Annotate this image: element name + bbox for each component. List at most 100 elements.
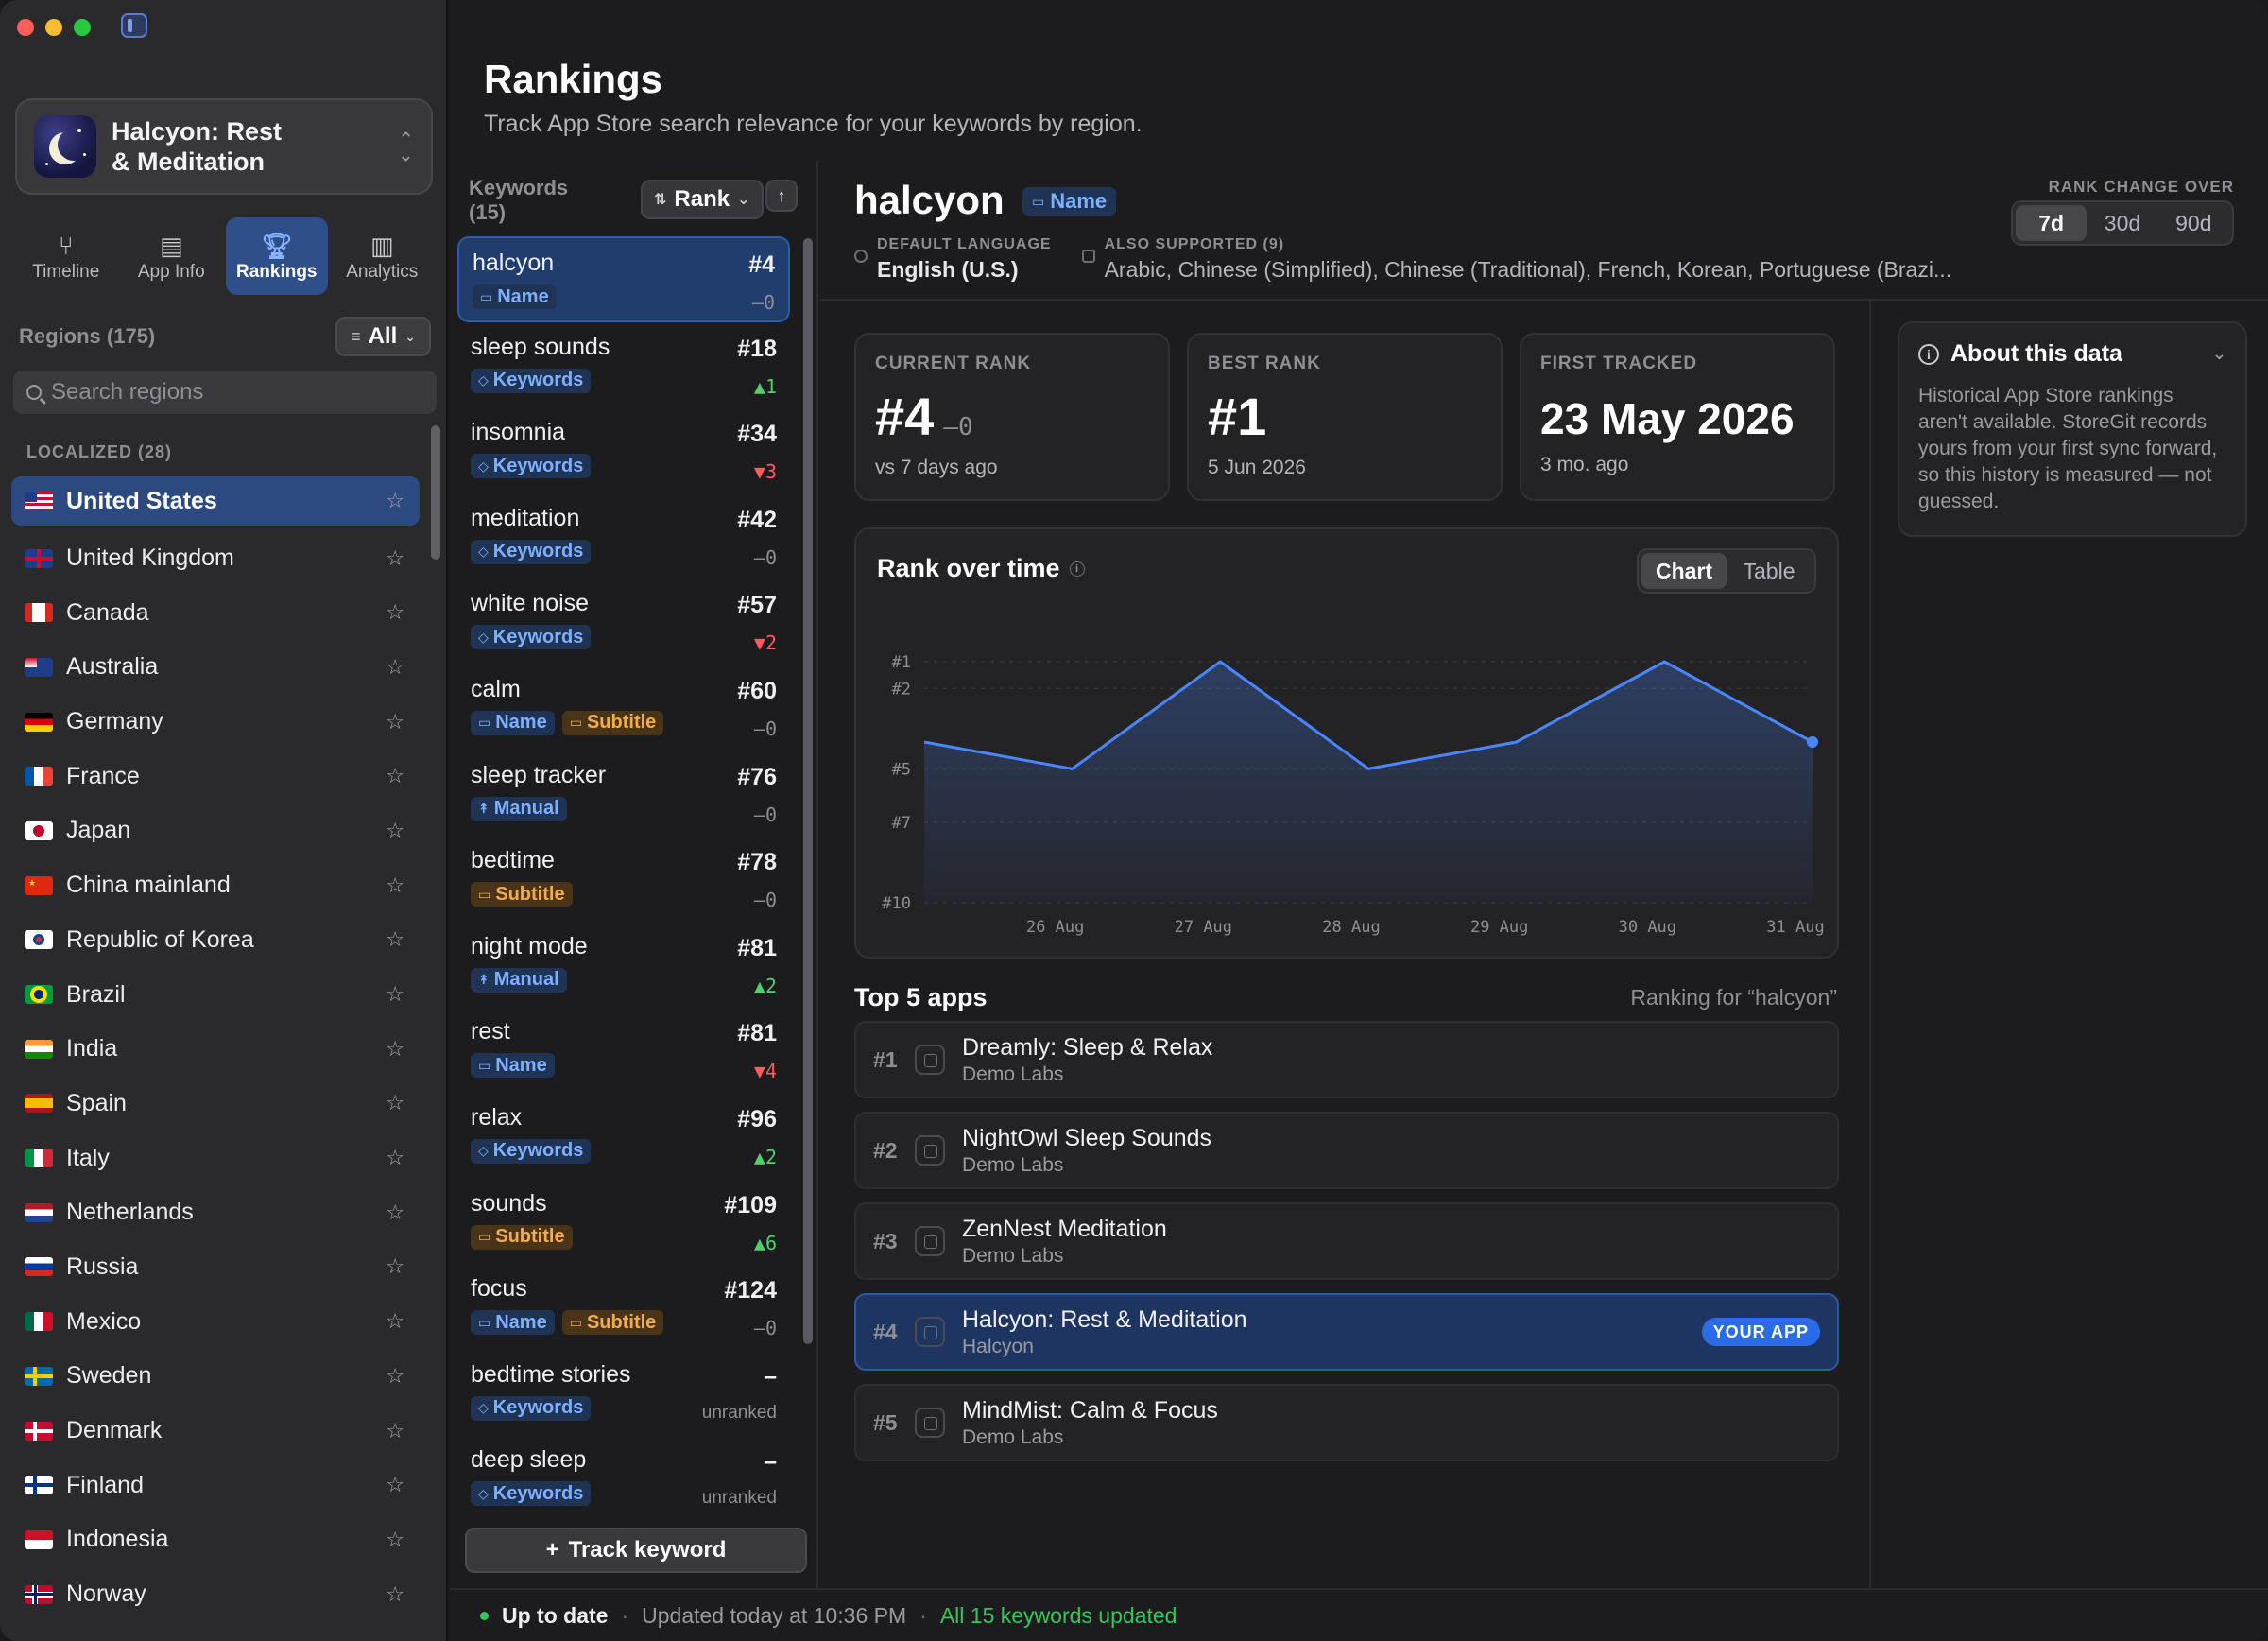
keyword-scrollbar[interactable]: [803, 238, 813, 1344]
keyword-rank: –: [764, 1362, 777, 1390]
tab-rankings[interactable]: 🏆︎ Rankings: [226, 217, 328, 295]
top-app-row[interactable]: #3 ZenNest Meditation Demo Labs: [854, 1202, 1839, 1280]
keyword-name: deep sleep: [471, 1446, 587, 1474]
sidebar-toggle-icon[interactable]: [121, 13, 147, 38]
zoom-window-button[interactable]: [74, 19, 91, 36]
keyword-item[interactable]: sleep sounds #18 ◇ Keywords ▲1: [457, 322, 790, 408]
range-7d[interactable]: 7d: [2016, 205, 2088, 241]
range-30d[interactable]: 30d: [2087, 205, 2157, 241]
region-name: Mexico: [66, 1307, 142, 1335]
keyword-item[interactable]: rest #81 ▭ Name ▼4: [457, 1007, 790, 1093]
top-app-row[interactable]: #1 Dreamly: Sleep & Relax Demo Labs: [854, 1021, 1839, 1098]
sort-by-button[interactable]: ⇅ Rank ⌄: [641, 180, 764, 219]
tag-name: ▭ Name: [471, 710, 555, 735]
chart-view-table[interactable]: Table: [1727, 553, 1812, 589]
star-icon[interactable]: ☆: [386, 873, 404, 898]
region-item[interactable]: Norway ☆: [11, 1567, 420, 1622]
tab-analytics[interactable]: ▥ Analytics: [332, 217, 434, 295]
region-item[interactable]: ★ China mainland ☆: [11, 858, 420, 913]
keyword-item[interactable]: calm #60 ▭ Name ▭ Subtitle –0: [457, 665, 790, 751]
chart-view-chart[interactable]: Chart: [1641, 553, 1727, 589]
tab-app-info[interactable]: ▤ App Info: [121, 217, 223, 295]
app-switcher[interactable]: Halcyon: Rest & Meditation ⌃ ⌃: [15, 98, 433, 195]
region-item[interactable]: United Kingdom ☆: [11, 531, 420, 586]
search-input[interactable]: [51, 379, 423, 406]
region-name: Japan: [66, 817, 131, 844]
keyword-item[interactable]: halcyon #4 ▭ Name –0: [457, 236, 790, 322]
minimize-window-button[interactable]: [45, 19, 62, 36]
region-item[interactable]: France ☆: [11, 749, 420, 803]
app-title: MindMist: Calm & Focus: [962, 1396, 1218, 1424]
keyword-rank: #81: [737, 1020, 777, 1047]
star-icon[interactable]: ☆: [386, 1528, 404, 1552]
about-data-card[interactable]: i About this data ⌄ Historical App Store…: [1898, 321, 2247, 537]
keyword-delta: ▼2: [753, 631, 777, 655]
region-item[interactable]: Denmark ☆: [11, 1404, 420, 1459]
star-icon[interactable]: ☆: [386, 1091, 404, 1115]
region-filter-button[interactable]: ≡ All ⌄: [335, 317, 431, 356]
keyword-item[interactable]: bedtime #78 ▭ Subtitle –0: [457, 836, 790, 922]
tag-label: Subtitle: [495, 1226, 565, 1248]
region-item[interactable]: Mexico ☆: [11, 1294, 420, 1349]
star-icon[interactable]: ☆: [386, 927, 404, 952]
keyword-item[interactable]: meditation #42 ◇ Keywords –0: [457, 493, 790, 579]
region-item[interactable]: Germany ☆: [11, 695, 420, 750]
star-icon[interactable]: ☆: [386, 1419, 404, 1443]
region-item[interactable]: Republic of Korea ☆: [11, 913, 420, 968]
info-icon[interactable]: i: [1069, 561, 1085, 577]
region-item[interactable]: Italy ☆: [11, 1131, 420, 1185]
region-item[interactable]: Sweden ☆: [11, 1349, 420, 1404]
top-app-row[interactable]: #5 MindMist: Calm & Focus Demo Labs: [854, 1384, 1839, 1461]
star-icon[interactable]: ☆: [386, 819, 404, 843]
star-icon[interactable]: ☆: [386, 489, 404, 513]
chevron-down-icon[interactable]: ⌄: [2212, 344, 2226, 364]
sidebar-scrollbar[interactable]: [431, 425, 440, 560]
region-item[interactable]: Australia ☆: [11, 640, 420, 695]
keyword-item[interactable]: deep sleep – ◇ Keywords unranked: [457, 1435, 790, 1521]
star-icon[interactable]: ☆: [386, 764, 404, 788]
star-icon[interactable]: ☆: [386, 710, 404, 734]
star-icon[interactable]: ☆: [386, 1146, 404, 1170]
star-icon[interactable]: ☆: [386, 546, 404, 571]
star-icon[interactable]: ☆: [386, 982, 404, 1007]
star-icon[interactable]: ☆: [386, 655, 404, 680]
region-item[interactable]: Brazil ☆: [11, 967, 420, 1022]
tag-name: ▭ Name: [471, 1310, 555, 1336]
track-keyword-button[interactable]: + Track keyword: [465, 1528, 807, 1573]
star-icon[interactable]: ☆: [386, 1582, 404, 1607]
region-item[interactable]: Russia ☆: [11, 1240, 420, 1295]
keyword-item[interactable]: sounds #109 ▭ Subtitle ▲6: [457, 1179, 790, 1265]
keyword-item[interactable]: relax #96 ◇ Keywords ▲2: [457, 1093, 790, 1179]
keyword-item[interactable]: focus #124 ▭ Name ▭ Subtitle –0: [457, 1264, 790, 1350]
star-icon[interactable]: ☆: [386, 1364, 404, 1389]
y-tick-label: #10: [882, 894, 911, 913]
region-item[interactable]: Canada ☆: [11, 585, 420, 640]
star-icon[interactable]: ☆: [386, 600, 404, 625]
star-icon[interactable]: ☆: [386, 1201, 404, 1225]
region-item[interactable]: United States ☆: [11, 476, 420, 526]
region-item[interactable]: Japan ☆: [11, 803, 420, 858]
region-item[interactable]: Indonesia ☆: [11, 1512, 420, 1567]
tab-timeline[interactable]: ⑂ Timeline: [15, 217, 117, 295]
star-icon[interactable]: ☆: [386, 1473, 404, 1497]
region-item[interactable]: India ☆: [11, 1022, 420, 1077]
star-icon[interactable]: ☆: [386, 1254, 404, 1279]
keyword-item[interactable]: bedtime stories – ◇ Keywords unranked: [457, 1350, 790, 1436]
keyword-item[interactable]: white noise #57 ◇ Keywords ▼2: [457, 579, 790, 665]
star-icon[interactable]: ☆: [386, 1309, 404, 1334]
region-item[interactable]: Spain ☆: [11, 1077, 420, 1131]
status-dot-icon: [480, 1611, 489, 1620]
sort-direction-button[interactable]: ↑: [765, 180, 798, 212]
region-search[interactable]: [13, 371, 437, 414]
keyword-item[interactable]: insomnia #34 ◇ Keywords ▼3: [457, 407, 790, 493]
keyword-item[interactable]: sleep tracker #76 ↟ Manual –0: [457, 751, 790, 837]
star-icon[interactable]: ☆: [386, 1037, 404, 1062]
close-window-button[interactable]: [17, 19, 34, 36]
range-90d[interactable]: 90d: [2158, 205, 2229, 241]
region-item[interactable]: Finland ☆: [11, 1458, 420, 1512]
subtitle-tag-icon: ▭: [478, 886, 491, 902]
region-item[interactable]: Netherlands ☆: [11, 1185, 420, 1240]
keyword-item[interactable]: night mode #81 ↟ Manual ▲2: [457, 922, 790, 1008]
top-app-row[interactable]: #2 NightOwl Sleep Sounds Demo Labs: [854, 1112, 1839, 1189]
top-app-row[interactable]: #4 Halcyon: Rest & Meditation Halcyon YOUR …: [854, 1293, 1839, 1371]
